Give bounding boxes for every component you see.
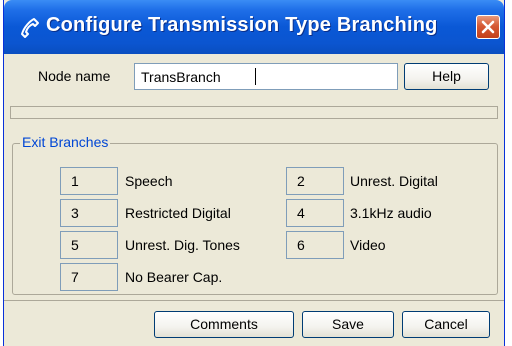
exit-branches-legend: Exit Branches: [20, 134, 111, 150]
branch-number-box: 4: [286, 199, 344, 227]
title-bar[interactable]: Configure Transmission Type Branching: [4, 0, 504, 54]
branch-number-box: 2: [286, 167, 344, 195]
node-name-input[interactable]: [134, 63, 398, 90]
button-bar-divider: [4, 300, 504, 301]
status-strip: [10, 106, 498, 119]
close-icon: [481, 20, 495, 34]
branch-label: 3.1kHz audio: [350, 205, 432, 221]
branch-label: Speech: [125, 173, 173, 189]
branch-number-box: 3: [60, 199, 118, 227]
branch-number-box: 1: [60, 167, 118, 195]
branch-number-box: 5: [60, 231, 118, 259]
branch-label: Video: [350, 237, 386, 253]
branch-label: Restricted Digital: [125, 205, 231, 221]
branch-label: Unrest. Dig. Tones: [125, 237, 240, 253]
branch-number-box: 6: [286, 231, 344, 259]
node-name-row: Node name Help: [4, 54, 504, 104]
branch-label: No Bearer Cap.: [125, 269, 223, 285]
help-button[interactable]: Help: [404, 63, 489, 90]
phone-handset-icon: [21, 18, 39, 38]
dialog-window: Configure Transmission Type Branching No…: [3, 0, 505, 346]
branch-label: Unrest. Digital: [350, 173, 438, 189]
text-caret: [255, 68, 256, 85]
node-name-label: Node name: [38, 68, 111, 84]
comments-button[interactable]: Comments: [154, 311, 294, 338]
save-button[interactable]: Save: [302, 311, 394, 338]
branch-number-box: 7: [60, 263, 118, 291]
close-button[interactable]: [476, 15, 500, 39]
cancel-button[interactable]: Cancel: [402, 311, 490, 338]
window-title: Configure Transmission Type Branching: [46, 14, 438, 36]
